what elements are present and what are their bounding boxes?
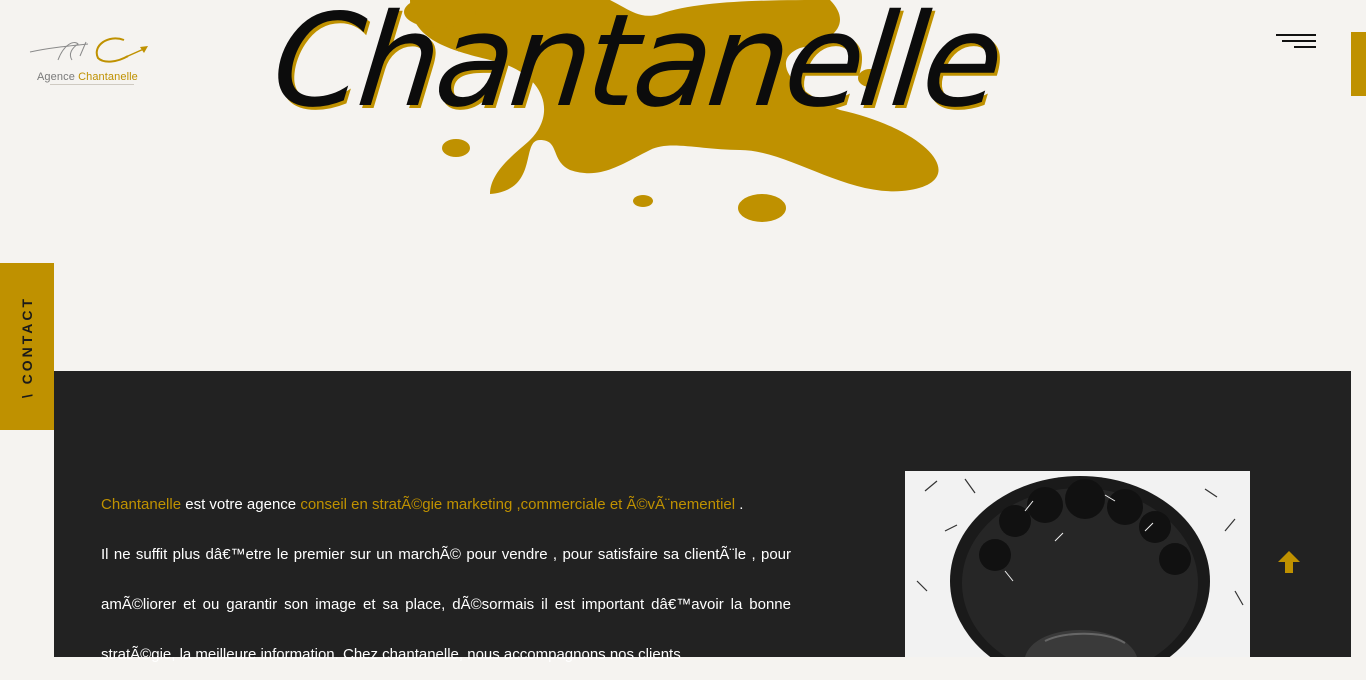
agence-chantanelle-logo[interactable]: Agence Chantanelle bbox=[28, 34, 152, 88]
hamburger-icon-line-3 bbox=[1294, 46, 1316, 48]
intro-paragraph-2: Il ne suffit plus dâ€™etre le premier su… bbox=[101, 546, 791, 663]
arrow-up-icon bbox=[1278, 551, 1300, 573]
logo-mark-icon bbox=[29, 37, 148, 63]
intro-paragraph-1: Chantanelle est votre agence conseil en … bbox=[101, 480, 791, 530]
intro-text-part-2: . bbox=[735, 496, 744, 513]
side-accent-tab[interactable] bbox=[1351, 32, 1366, 96]
intro-highlight: conseil en stratÃ©gie marketing ,commerc… bbox=[300, 496, 736, 513]
hamburger-icon-line-2 bbox=[1282, 40, 1316, 42]
intro-text-part-1: est votre agence bbox=[181, 496, 301, 513]
portrait-photo bbox=[905, 471, 1250, 657]
logo-word-chantanelle: Chantanelle bbox=[78, 71, 138, 83]
contact-tab[interactable]: \ CONTACT bbox=[0, 263, 54, 430]
menu-button[interactable] bbox=[1272, 30, 1320, 56]
logo-wordmark: Agence Chantanelle bbox=[37, 71, 138, 83]
hamburger-icon-line-1 bbox=[1276, 34, 1316, 36]
logo-word-agence: Agence bbox=[37, 71, 75, 83]
portrait-image bbox=[905, 471, 1250, 657]
scroll-to-top-button[interactable] bbox=[1275, 548, 1303, 576]
intro-text: Chantanelle est votre agence conseil en … bbox=[101, 480, 791, 680]
intro-brand: Chantanelle bbox=[101, 496, 182, 513]
hero-title: Chantanelle bbox=[266, 0, 1007, 136]
logo-tagline-line bbox=[50, 84, 134, 85]
contact-tab-label: \ CONTACT bbox=[19, 295, 35, 398]
